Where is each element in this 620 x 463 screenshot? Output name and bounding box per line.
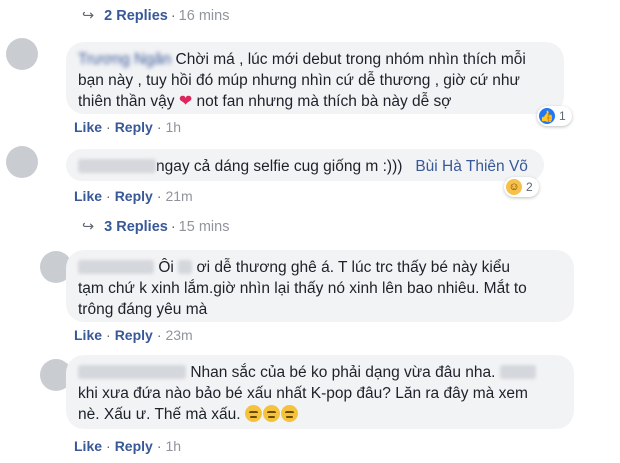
replies-label[interactable]: 3 Replies xyxy=(104,219,168,235)
blurred-author-name[interactable] xyxy=(78,260,154,274)
comment-actions: Like · Reply · 1h xyxy=(74,119,182,135)
comment-text: not fan nhưng mà thích bà này dễ sợ xyxy=(196,93,452,110)
comment-time[interactable]: 23m xyxy=(165,327,192,343)
like-button[interactable]: Like xyxy=(74,188,102,204)
replies-time: 15 mins xyxy=(178,219,230,235)
comment-text: Ôi xyxy=(158,259,174,276)
view-replies-link[interactable]: ↪ 3 Replies · 15 mins xyxy=(82,219,229,235)
comment-bubble: Trương Ngân Chời má , lúc mới debut tron… xyxy=(66,42,564,114)
reply-text: khi xưa đứa nào bảo bé xấu nhất K-pop đâ… xyxy=(78,385,528,402)
blurred-author-name[interactable] xyxy=(78,365,186,379)
comment-author[interactable]: Trương Ngân xyxy=(78,51,171,68)
comment-text: Chời má , lúc mới debut trong nhóm nhìn … xyxy=(175,51,526,68)
comment-actions: Like · Reply · 23m xyxy=(74,327,193,343)
replies-label[interactable]: 2 Replies xyxy=(104,8,168,24)
like-button[interactable]: Like xyxy=(74,119,102,135)
like-icon: 👍 xyxy=(539,108,555,124)
comment-time[interactable]: 1h xyxy=(165,438,181,454)
reply-button[interactable]: Reply xyxy=(115,188,153,204)
reply-button[interactable]: Reply xyxy=(115,327,153,343)
reaction-count: 1 xyxy=(559,109,566,123)
view-replies-link[interactable]: ↪ 2 Replies · 16 mins xyxy=(82,8,229,24)
comment-text: bạn này , tuy hồi đó múp nhưng nhìn cứ d… xyxy=(78,72,520,89)
comment-text: thiên thần vậy xyxy=(78,93,175,110)
replies-time: 16 mins xyxy=(178,8,230,24)
reaction-summary[interactable]: 👍 1 xyxy=(537,106,572,126)
reply-button[interactable]: Reply xyxy=(115,438,153,454)
unamused-emoji-icon xyxy=(280,405,298,422)
heart-icon: ❤ xyxy=(178,93,193,110)
comment-time[interactable]: 21m xyxy=(165,188,192,204)
unamused-emoji-icon xyxy=(262,405,280,422)
reply-bubble: ngay cả dáng selfie cug giống m :))) Bùi… xyxy=(66,149,544,181)
unamused-emoji-icon xyxy=(244,405,262,422)
reply-bubble: Nhan sắc của bé ko phải dạng vừa đâu nha… xyxy=(66,355,574,429)
reply-text: nè. Xấu ư. Thế mà xấu. xyxy=(78,406,241,423)
reaction-count: 2 xyxy=(526,180,533,194)
haha-icon: ☺ xyxy=(506,179,522,195)
comment-bubble: Ôi ơi dễ thương ghê á. T lúc trc thấy bé… xyxy=(66,250,574,322)
avatar[interactable] xyxy=(6,146,38,178)
reply-button[interactable]: Reply xyxy=(115,119,153,135)
comment-time[interactable]: 1h xyxy=(165,119,181,135)
comment-text: trông đáng yêu mà xyxy=(78,301,208,318)
tagged-user-link[interactable]: Bùi Hà Thiên Võ xyxy=(415,158,528,175)
reply-arrow-icon: ↪ xyxy=(82,8,95,24)
reply-arrow-icon: ↪ xyxy=(82,219,95,235)
comment-text: ơi dễ thương ghê á. T lúc trc thấy bé nà… xyxy=(196,259,511,276)
avatar[interactable] xyxy=(6,38,38,70)
like-button[interactable]: Like xyxy=(74,438,102,454)
reaction-summary[interactable]: ☺ 2 xyxy=(504,177,539,197)
like-button[interactable]: Like xyxy=(74,327,102,343)
comment-text: tạm chứ k xinh lắm.giờ nhìn lại thấy nó … xyxy=(78,280,527,297)
reply-text: Nhan sắc của bé ko phải dạng vừa đâu nha… xyxy=(190,364,496,381)
blurred-author-name[interactable] xyxy=(78,159,156,173)
reply-text: ngay cả dáng selfie cug giống m :))) xyxy=(156,158,403,175)
comment-actions: Like · Reply · 21m xyxy=(74,188,193,204)
comment-actions: Like · Reply · 1h xyxy=(74,438,182,454)
